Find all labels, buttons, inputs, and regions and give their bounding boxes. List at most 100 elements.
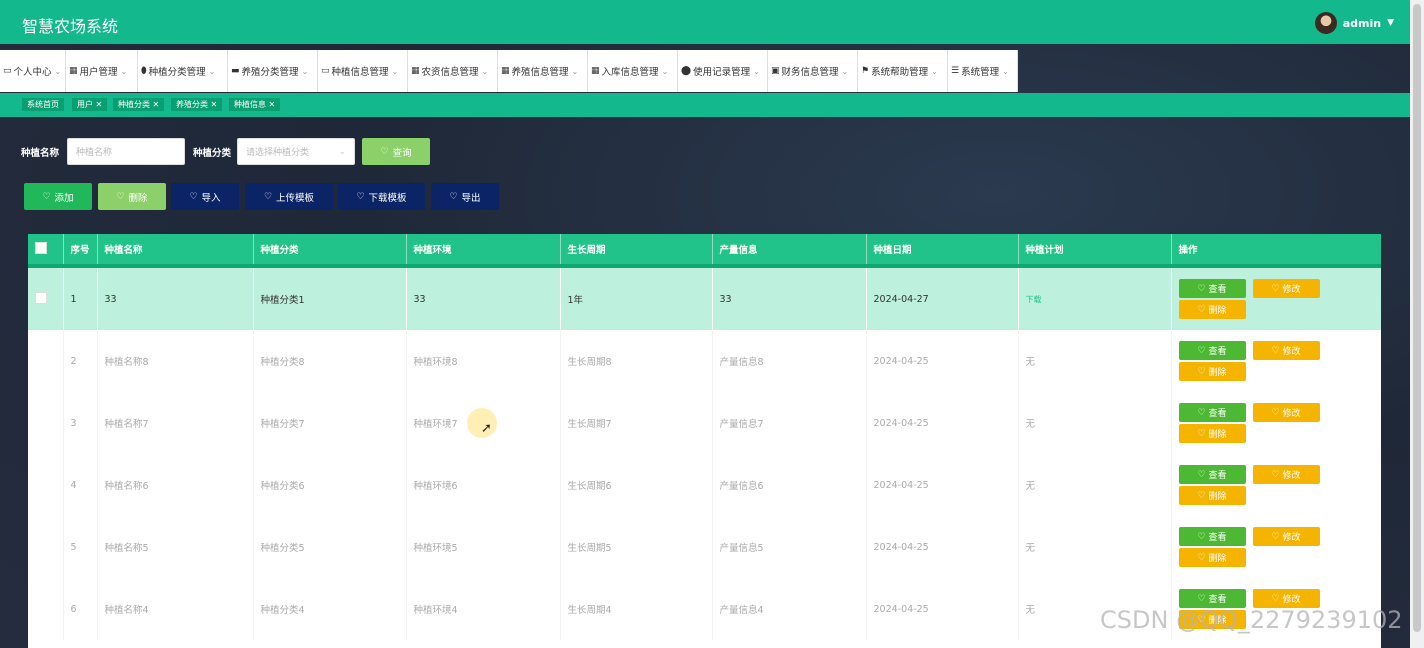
table-row[interactable]: 2 种植名称8 种植分类8 种植环境8 生长周期8 产量信息8 2024-04-25 无 ♡ 查看… [28, 330, 1381, 392]
heart-icon: ♡ [1271, 407, 1280, 418]
delete-row-button[interactable]: ♡ 删除 [1178, 424, 1246, 443]
column-header[interactable]: 种植环境 [406, 234, 561, 268]
table-row[interactable]: 1 33 种植分类1 33 1年 33 2024-04-27 下载 ♡ 查看 ♡ 修改 ♡ 删除 [28, 266, 1381, 330]
tag-plant-category[interactable]: 种植分类 ✕ [113, 98, 165, 111]
tag-plant-info[interactable]: 种植信息 ✕ [229, 98, 281, 111]
menu-item[interactable]: ▭ 个人中心 ⌄ [0, 50, 66, 92]
edit-button[interactable]: ♡ 修改 [1252, 403, 1320, 422]
heart-icon: ♡ [1271, 283, 1280, 294]
row-checkbox-cell[interactable] [28, 454, 64, 516]
cell-name: 种植名称6 [97, 454, 254, 516]
row-checkbox-cell[interactable] [28, 578, 64, 640]
menu-label: 养殖信息管理 [511, 67, 569, 78]
table-row[interactable]: 3 种植名称7 种植分类7 种植环境7 生长周期7 产量信息7 2024-04-25 无 ♡ 查看… [28, 392, 1381, 454]
delete-row-button[interactable]: ♡ 删除 [1178, 300, 1246, 319]
menu-item[interactable]: ☰ 系统管理 ⌄ [948, 50, 1018, 92]
row-checkbox-cell[interactable] [28, 392, 64, 454]
monitor-icon: ▭ [321, 66, 330, 76]
cell-cycle: 生长周期8 [560, 330, 713, 392]
tag-home[interactable]: 系统首页 [22, 98, 64, 111]
menu-item[interactable]: ▦ 用户管理 ⌄ [66, 50, 138, 92]
menu-label: 财务信息管理 [781, 67, 839, 78]
avatar [1314, 12, 1337, 34]
cell-plan: 无 [1018, 454, 1172, 516]
upload-template-button[interactable]: ♡ 上传模板 [245, 183, 333, 210]
menu-item[interactable]: ▦ 养殖信息管理 ⌄ [498, 50, 588, 92]
edit-button[interactable]: ♡ 修改 [1252, 527, 1320, 546]
cell-ops: ♡ 查看 ♡ 修改 ♡ 删除 [1171, 266, 1381, 330]
column-header[interactable]: 种植分类 [253, 234, 407, 268]
menu-item[interactable]: ⬤ 使用记录管理 ⌄ [678, 50, 768, 92]
cell-plan: 无 [1018, 330, 1172, 392]
download-link[interactable]: 下载 [1026, 295, 1042, 304]
cell-cycle: 生长周期5 [560, 516, 713, 578]
name-input[interactable]: 种植名称 [67, 138, 186, 165]
upload-label: 上传模板 [276, 192, 315, 204]
menu-label: 入库信息管理 [601, 67, 659, 78]
add-button[interactable]: ♡ 添加 [24, 183, 92, 210]
vertical-scrollbar[interactable] [1410, 0, 1424, 648]
cell-yield: 产量信息5 [712, 516, 867, 578]
cell-env: 种植环境4 [406, 578, 561, 640]
edit-button[interactable]: ♡ 修改 [1252, 279, 1320, 298]
column-header: 序号 [63, 234, 98, 268]
top-bar: 智慧农场系统 admin ▼ [0, 0, 1410, 44]
row-checkbox[interactable] [35, 291, 47, 304]
chevron-down-icon: ⌄ [841, 66, 849, 76]
column-header[interactable]: 种植名称 [97, 234, 254, 268]
export-button[interactable]: ♡ 导出 [431, 183, 499, 210]
view-button[interactable]: ♡ 查看 [1178, 527, 1246, 546]
heart-icon: ♡ [189, 191, 198, 202]
menu-item[interactable]: ▣ 财务信息管理 ⌄ [768, 50, 858, 92]
delete-row-button[interactable]: ♡ 删除 [1178, 486, 1246, 505]
row-checkbox-cell[interactable] [28, 516, 64, 578]
menu-item[interactable]: ⬮ 种植分类管理 ⌄ [138, 50, 228, 92]
select-all-cell[interactable] [28, 234, 64, 268]
import-button[interactable]: ♡ 导入 [171, 183, 239, 210]
app-title: 智慧农场系统 [22, 17, 119, 36]
row-checkbox-cell[interactable] [28, 266, 64, 330]
query-button[interactable]: ♡ 查询 [362, 138, 431, 165]
menu-item[interactable]: ▦ 农资信息管理 ⌄ [408, 50, 498, 92]
scrollbar-thumb[interactable] [1413, 4, 1421, 632]
cell-cat: 种植分类1 [253, 266, 407, 330]
cell-no: 1 [63, 266, 98, 330]
user-menu[interactable]: admin ▼ [1314, 12, 1394, 34]
edit-button[interactable]: ♡ 修改 [1252, 465, 1320, 484]
tag-breed-category[interactable]: 养殖分类 ✕ [171, 98, 223, 111]
column-header[interactable]: 种植日期 [866, 234, 1019, 268]
column-header[interactable]: 种植计划 [1018, 234, 1172, 268]
menu-item[interactable]: ▬ 养殖分类管理 ⌄ [228, 50, 318, 92]
heart-icon: ♡ [1197, 531, 1206, 542]
delete-button[interactable]: ♡ 删除 [98, 183, 166, 210]
chevron-down-icon: ⌄ [301, 66, 309, 76]
table-row[interactable]: 4 种植名称6 种植分类6 种植环境6 生长周期6 产量信息6 2024-04-25 无 ♡ 查看… [28, 454, 1381, 516]
row-checkbox-cell[interactable] [28, 330, 64, 392]
menu-item[interactable]: ⚑ 系统帮助管理 ⌄ [858, 50, 948, 92]
mouse-cursor-icon: ➚ [481, 421, 492, 436]
op-label: 查看 [1208, 285, 1227, 295]
table-row[interactable]: 5 种植名称5 种植分类5 种植环境5 生长周期5 产量信息5 2024-04-25 无 ♡ 查看… [28, 516, 1381, 578]
heart-icon: ♡ [356, 191, 365, 202]
calendar-icon: ▭ [3, 66, 12, 76]
tag-user[interactable]: 用户 ✕ [72, 98, 108, 111]
edit-button[interactable]: ♡ 修改 [1252, 341, 1320, 360]
heart-icon: ♡ [263, 191, 273, 202]
cell-env: 33 [406, 266, 561, 330]
delete-row-button[interactable]: ♡ 删除 [1178, 362, 1246, 381]
column-header[interactable]: 产量信息 [712, 234, 867, 268]
cell-name: 种植名称8 [97, 330, 254, 392]
view-button[interactable]: ♡ 查看 [1178, 341, 1246, 360]
category-select[interactable]: 请选择种植分类 ⌄ [237, 138, 356, 165]
heart-icon: ♡ [1197, 283, 1206, 294]
menu-item[interactable]: ▭ 种植信息管理 ⌄ [318, 50, 408, 92]
view-button[interactable]: ♡ 查看 [1178, 279, 1246, 298]
view-button[interactable]: ♡ 查看 [1178, 465, 1246, 484]
menu-item[interactable]: ▦ 入库信息管理 ⌄ [588, 50, 678, 92]
cell-name: 33 [97, 266, 254, 330]
view-button[interactable]: ♡ 查看 [1178, 403, 1246, 422]
select-all-checkbox[interactable] [35, 241, 47, 254]
column-header[interactable]: 生长周期 [560, 234, 713, 268]
delete-row-button[interactable]: ♡ 删除 [1178, 548, 1246, 567]
download-template-button[interactable]: ♡ 下载模板 [338, 183, 425, 210]
